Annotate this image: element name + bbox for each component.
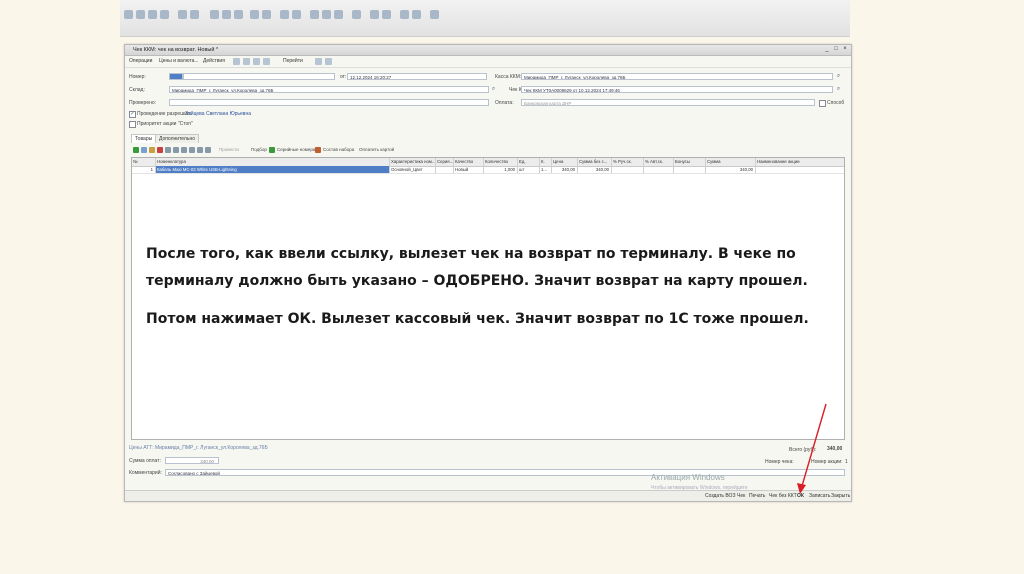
- arrow-head: [797, 483, 806, 494]
- annotation-arrow-icon: [797, 403, 827, 494]
- arrow-shaft: [801, 403, 827, 487]
